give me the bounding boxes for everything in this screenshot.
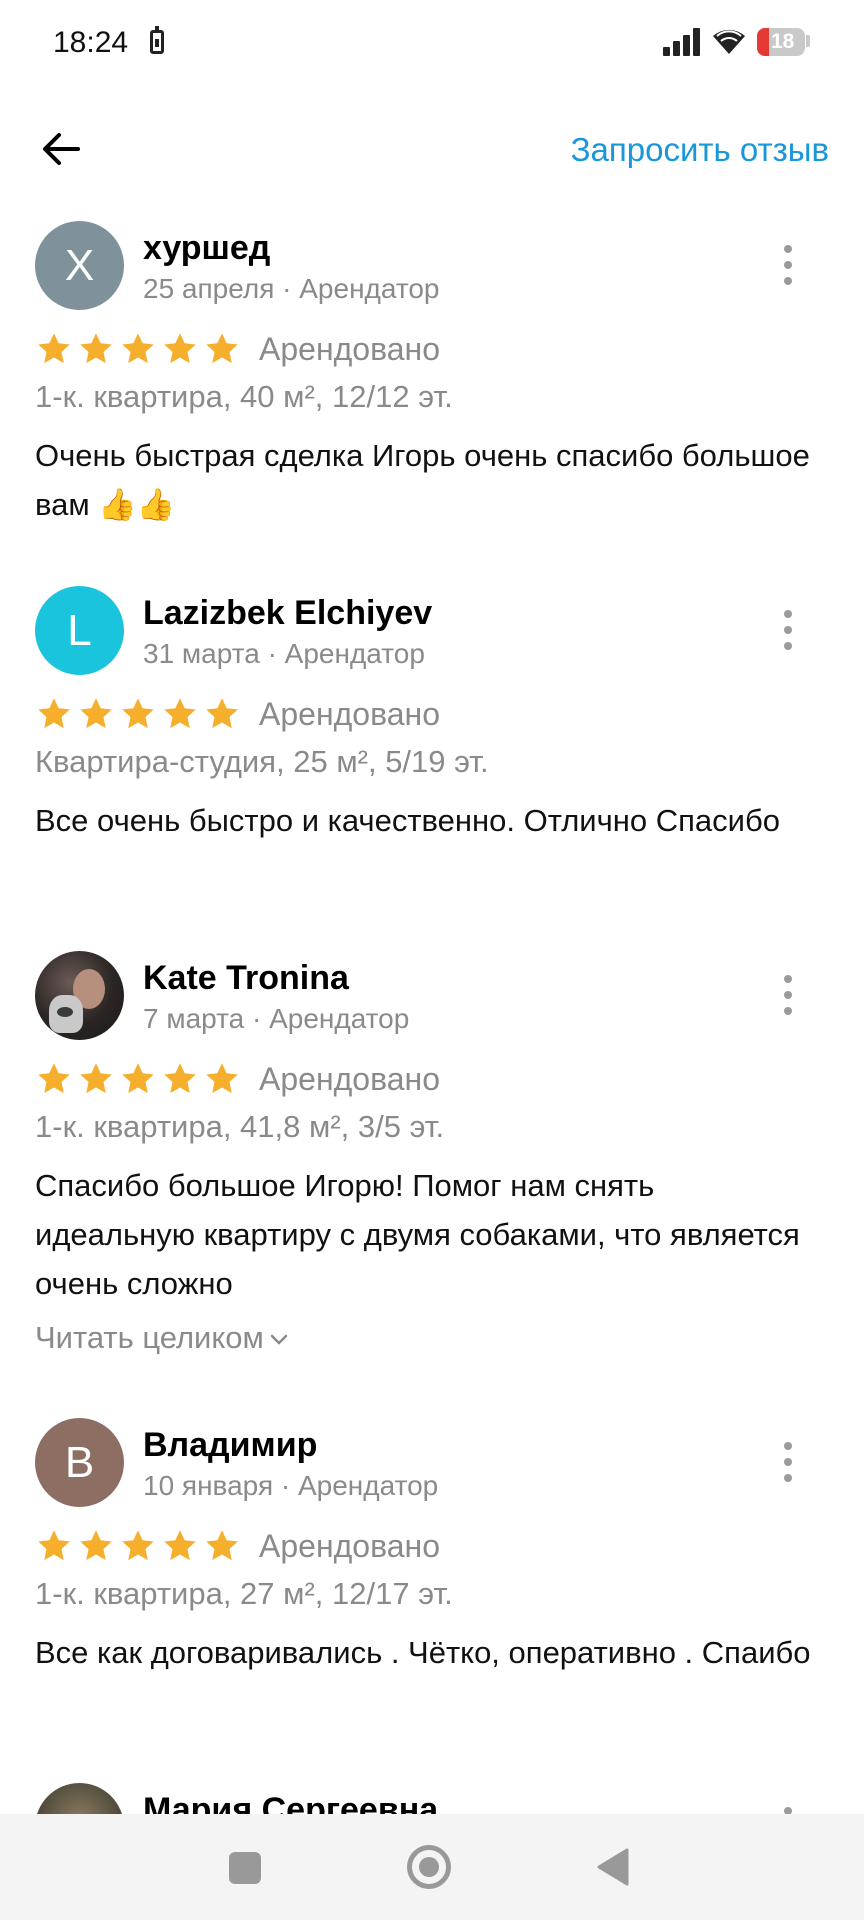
more-options-icon[interactable] xyxy=(772,973,804,1017)
battery-charging-icon xyxy=(150,26,164,54)
avatar-letter: Х xyxy=(64,241,95,290)
property-info: Квартира-студия, 25 м², 5/19 эт. xyxy=(35,744,489,779)
star-icon xyxy=(80,1530,112,1561)
avatar[interactable] xyxy=(35,1783,124,1814)
review-card: Х хуршед 25 апреля · Арендатор Арендован… xyxy=(0,221,864,541)
star-icon xyxy=(206,1530,238,1561)
star-icon xyxy=(122,1063,154,1094)
more-options-icon[interactable] xyxy=(772,608,804,652)
reviewer-name[interactable]: Мария Сергеевна xyxy=(143,1791,438,1814)
more-options-icon[interactable] xyxy=(772,243,804,287)
back-triangle-icon[interactable] xyxy=(596,1848,630,1886)
avatar[interactable]: L xyxy=(35,586,124,675)
more-options-icon[interactable] xyxy=(772,1805,804,1814)
star-icon xyxy=(206,1063,238,1094)
star-icon xyxy=(164,333,196,364)
property-info: 1-к. квартира, 41,8 м², 3/5 эт. xyxy=(35,1109,445,1144)
rating-row: Арендовано xyxy=(35,694,735,734)
property-info: 1-к. квартира, 27 м², 12/17 эт. xyxy=(35,1576,453,1611)
star-icon xyxy=(206,698,238,729)
review-card: L Lazizbek Elchiyev 31 марта · Арендатор… xyxy=(0,586,864,906)
battery-level: 18 xyxy=(771,30,795,53)
request-review-button[interactable]: Запросить отзыв xyxy=(571,131,829,169)
review-card: В Владимир 10 января · Арендатор Арендов… xyxy=(0,1418,864,1738)
star-icon xyxy=(122,333,154,364)
review-text: Все очень быстро и качественно. Отлично … xyxy=(35,803,780,838)
deal-status: Арендовано xyxy=(259,1528,440,1564)
star-icon xyxy=(164,1063,196,1094)
reviewer-name[interactable]: Kate Tronina xyxy=(143,959,349,998)
avatar-letter: L xyxy=(67,606,92,655)
star-icon xyxy=(122,698,154,729)
star-icon xyxy=(164,1530,196,1561)
status-time: 18:24 xyxy=(53,26,129,59)
review-card: Kate Tronina 7 марта · Арендатор Арендов… xyxy=(0,951,864,1371)
deal-status: Арендовано xyxy=(259,331,440,367)
review-text: Очень быстрая сделка Игорь очень спасибо… xyxy=(35,438,810,522)
avatar[interactable]: Х xyxy=(35,221,124,310)
star-icon xyxy=(80,1063,112,1094)
wifi-icon xyxy=(713,29,745,54)
star-icon xyxy=(164,698,196,729)
review-meta: 25 апреля · Арендатор xyxy=(143,273,440,304)
more-options-icon[interactable] xyxy=(772,1440,804,1484)
star-icon xyxy=(80,698,112,729)
recent-apps-icon[interactable] xyxy=(229,1852,261,1884)
reviewer-name[interactable]: хуршед xyxy=(143,229,270,268)
avatar[interactable]: В xyxy=(35,1418,124,1507)
star-icon xyxy=(38,1063,70,1094)
back-arrow-icon[interactable] xyxy=(38,126,84,172)
rating-row: Арендовано xyxy=(35,1059,735,1099)
star-icon xyxy=(206,333,238,364)
deal-status: Арендовано xyxy=(259,1061,440,1097)
read-more-button[interactable]: Читать целиком xyxy=(35,1320,288,1356)
star-icon xyxy=(80,333,112,364)
home-icon[interactable] xyxy=(407,1845,451,1889)
star-icon xyxy=(122,1530,154,1561)
rating-row: Арендовано xyxy=(35,329,735,369)
property-info: 1-к. квартира, 40 м², 12/12 эт. xyxy=(35,379,453,414)
signal-icon xyxy=(663,28,701,56)
star-icon xyxy=(38,1530,70,1561)
review-meta: 10 января · Арендатор xyxy=(143,1470,439,1501)
avatar-letter: В xyxy=(64,1438,95,1487)
review-text: Спасибо большое Игорю! Помог нам снять и… xyxy=(35,1168,800,1301)
chevron-down-icon xyxy=(270,1334,288,1345)
status-bar: 18:24 18 xyxy=(0,0,864,86)
review-meta: 31 марта · Арендатор xyxy=(143,638,425,669)
avatar[interactable] xyxy=(35,951,124,1040)
read-more-label: Читать целиком xyxy=(35,1320,264,1355)
review-text: Все как договаривались . Чётко, оператив… xyxy=(35,1635,811,1670)
review-meta: 7 марта · Арендатор xyxy=(143,1003,410,1034)
deal-status: Арендовано xyxy=(259,696,440,732)
review-card-partial: Мария Сергеевна xyxy=(0,1783,864,1814)
rating-row: Арендовано xyxy=(35,1526,735,1566)
star-icon xyxy=(38,333,70,364)
battery-tip xyxy=(806,35,810,47)
reviewer-name[interactable]: Lazizbek Elchiyev xyxy=(143,594,432,633)
battery-icon: 18 xyxy=(757,28,805,56)
reviewer-name[interactable]: Владимир xyxy=(143,1426,317,1465)
star-icon xyxy=(38,698,70,729)
